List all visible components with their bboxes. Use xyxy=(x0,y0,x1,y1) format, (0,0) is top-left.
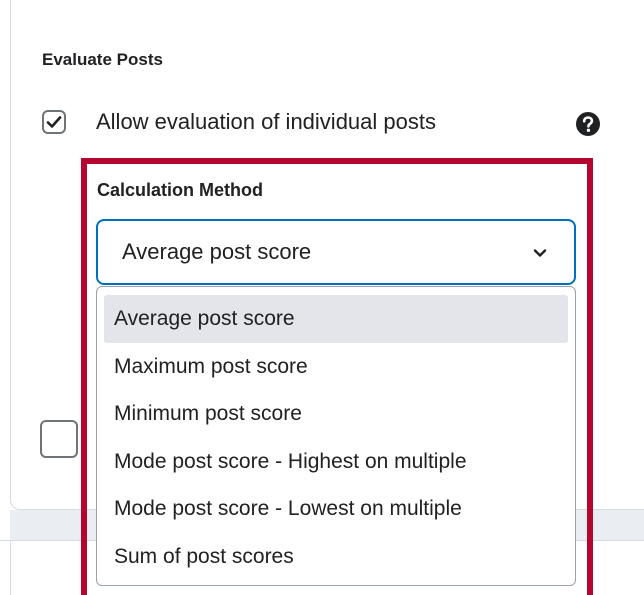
allow-evaluation-checkbox[interactable] xyxy=(42,110,66,134)
calculation-method-select[interactable]: Average post score xyxy=(96,219,576,285)
dropdown-option-minimum[interactable]: Minimum post score xyxy=(104,390,568,438)
dropdown-option-average[interactable]: Average post score xyxy=(104,295,568,343)
dropdown-option-maximum[interactable]: Maximum post score xyxy=(104,343,568,391)
calculation-method-dropdown: Average post score Maximum post score Mi… xyxy=(96,286,576,586)
dropdown-option-sum[interactable]: Sum of post scores xyxy=(104,533,568,581)
divider xyxy=(10,540,11,595)
section-title: Evaluate Posts xyxy=(42,50,163,69)
evaluation-settings-panel: Evaluate Posts Allow evaluation of indiv… xyxy=(0,0,644,595)
allow-evaluation-label[interactable]: Allow evaluation of individual posts xyxy=(96,109,436,135)
secondary-option-checkbox[interactable] xyxy=(40,420,78,458)
calculation-method-label: Calculation Method xyxy=(97,180,263,200)
dropdown-option-mode-lowest[interactable]: Mode post score - Lowest on multiple xyxy=(104,485,568,533)
select-value: Average post score xyxy=(122,239,312,264)
question-circle-icon[interactable] xyxy=(575,111,601,137)
checkmark-icon xyxy=(46,116,62,128)
dropdown-option-mode-highest[interactable]: Mode post score - Highest on multiple xyxy=(104,438,568,486)
chevron-down-icon xyxy=(533,249,547,257)
